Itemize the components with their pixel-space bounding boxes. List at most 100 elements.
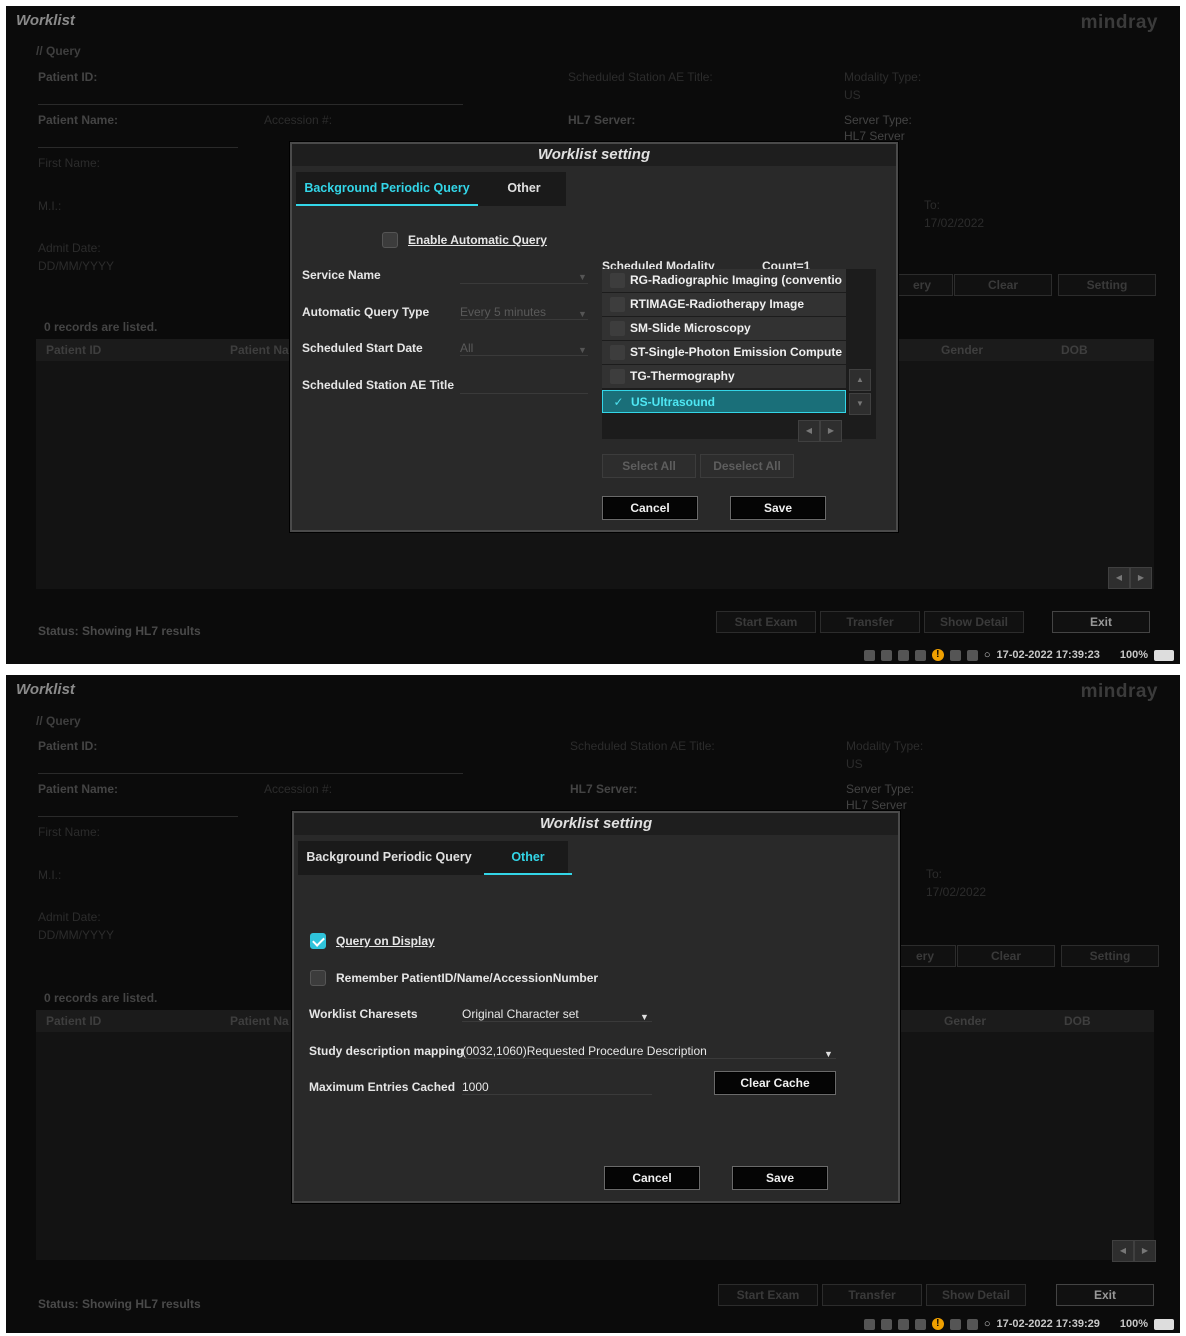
query-button[interactable]: ery (894, 945, 956, 967)
sched-station-ae-field[interactable] (460, 378, 588, 394)
tab-other[interactable]: Other (482, 172, 566, 204)
col-dob[interactable]: DOB (1064, 1014, 1091, 1028)
modality-item[interactable]: RTIMAGE-Radiotherapy Image (602, 293, 846, 317)
remember-patient-checkbox[interactable] (310, 970, 326, 986)
page-prev-icon[interactable]: ◀ (1108, 567, 1130, 589)
taskbar: ! ○ 17-02-2022 17:39:23 100% (863, 649, 1174, 661)
tab-background-periodic-query[interactable]: Background Periodic Query (296, 172, 478, 206)
server-type-value[interactable]: HL7 Server (846, 798, 907, 812)
clear-button[interactable]: Clear (957, 945, 1055, 967)
deselect-all-button[interactable]: Deselect All (700, 454, 794, 478)
admit-date-field[interactable]: DD/MM/YYYY (38, 259, 114, 273)
auto-query-type-select[interactable]: Every 5 minutes (460, 305, 588, 320)
modality-item[interactable]: TG-Thermography (602, 365, 846, 389)
server-type-value[interactable]: HL7 Server (844, 129, 905, 143)
storage-icon (966, 649, 978, 661)
max-entries-input[interactable]: 1000 (462, 1080, 652, 1095)
col-dob[interactable]: DOB (1061, 343, 1088, 357)
sched-station-ae-label: Scheduled Station AE Title (302, 378, 455, 392)
checkbox[interactable] (610, 345, 625, 360)
battery-percent: 100% (1119, 649, 1148, 661)
query-on-display-label[interactable]: Query on Display (336, 934, 435, 948)
col-patient-id[interactable]: Patient ID (46, 343, 101, 357)
save-button[interactable]: Save (732, 1166, 828, 1190)
patient-name-label: Patient Name: (38, 113, 119, 127)
modality-item[interactable]: RG-Radiographic Imaging (conventio (602, 269, 846, 293)
start-exam-button[interactable]: Start Exam (718, 1284, 818, 1306)
scroll-down-icon[interactable]: ▼ (849, 393, 871, 415)
query-button[interactable]: ery (891, 274, 953, 296)
setting-button[interactable]: Setting (1061, 945, 1159, 967)
start-exam-button[interactable]: Start Exam (716, 611, 816, 633)
patient-name-field[interactable] (38, 146, 238, 148)
battery-percent: 100% (1119, 1318, 1148, 1330)
col-patient-id[interactable]: Patient ID (46, 1014, 101, 1028)
col-gender[interactable]: Gender (941, 343, 983, 357)
exit-button[interactable]: Exit (1056, 1284, 1154, 1306)
query-on-display-checkbox[interactable] (310, 933, 326, 949)
checkbox[interactable] (610, 297, 625, 312)
status-text: Status: Showing HL7 results (38, 1297, 201, 1311)
checkbox[interactable] (610, 369, 625, 384)
col-patient-name[interactable]: Patient Na (230, 343, 289, 357)
modality-type-value[interactable]: US (846, 757, 863, 771)
to-date-value[interactable]: 17/02/2022 (924, 216, 984, 230)
modality-type-value[interactable]: US (844, 88, 861, 102)
clear-cache-button[interactable]: Clear Cache (714, 1071, 836, 1095)
first-name-label: First Name: (38, 825, 101, 839)
service-name-label: Service Name (302, 268, 381, 282)
modality-item[interactable]: ST-Single-Photon Emission Compute (602, 341, 846, 365)
charsets-select[interactable]: Original Character set (462, 1007, 652, 1022)
col-patient-name[interactable]: Patient Na (230, 1014, 289, 1028)
query-section-title: // Query (36, 44, 81, 58)
remember-patient-label[interactable]: Remember PatientID/Name/AccessionNumber (336, 971, 598, 985)
wifi-icon (914, 1318, 926, 1330)
admit-date-field[interactable]: DD/MM/YYYY (38, 928, 114, 942)
patient-name-field[interactable] (38, 815, 238, 817)
chevron-down-icon: ▼ (578, 309, 587, 319)
show-detail-button[interactable]: Show Detail (926, 1284, 1026, 1306)
study-mapping-select[interactable]: (0032,1060)Requested Procedure Descripti… (462, 1044, 836, 1059)
to-date-value[interactable]: 17/02/2022 (926, 885, 986, 899)
tab-bar: Background Periodic Query Other (298, 841, 572, 875)
enable-auto-query-label[interactable]: Enable Automatic Query (408, 233, 547, 247)
checkbox[interactable] (610, 321, 625, 336)
clear-button[interactable]: Clear (954, 274, 1052, 296)
page-next-icon[interactable]: ▶ (1134, 1240, 1156, 1262)
modality-item-selected[interactable]: ✓ US-Ultrasound (602, 390, 846, 413)
printer-icon (897, 1318, 909, 1330)
tab-background-periodic-query[interactable]: Background Periodic Query (298, 841, 480, 873)
check-icon[interactable]: ✓ (611, 395, 626, 410)
tab-other[interactable]: Other (484, 841, 572, 875)
checkbox[interactable] (610, 273, 625, 288)
worklist-setting-dialog: Worklist setting Background Periodic Que… (290, 142, 898, 532)
scroll-right-icon[interactable]: ▶ (820, 420, 842, 442)
col-gender[interactable]: Gender (944, 1014, 986, 1028)
network-icon (863, 1318, 875, 1330)
scroll-up-icon[interactable]: ▲ (849, 369, 871, 391)
patient-id-field[interactable] (38, 103, 463, 105)
modality-type-label: Modality Type: (844, 70, 922, 84)
chevron-down-icon: ▼ (824, 1049, 833, 1059)
enable-auto-query-checkbox[interactable] (382, 232, 398, 248)
warning-icon[interactable]: ! (931, 649, 944, 661)
select-all-button[interactable]: Select All (602, 454, 696, 478)
server-type-label: Server Type: (846, 782, 914, 796)
show-detail-button[interactable]: Show Detail (924, 611, 1024, 633)
sched-start-date-select[interactable]: All (460, 341, 588, 356)
transfer-button[interactable]: Transfer (820, 611, 920, 633)
cancel-button[interactable]: Cancel (602, 496, 698, 520)
patient-id-field[interactable] (38, 772, 463, 774)
modality-item[interactable]: SM-Slide Microscopy (602, 317, 846, 341)
exit-button[interactable]: Exit (1052, 611, 1150, 633)
page-prev-icon[interactable]: ◀ (1112, 1240, 1134, 1262)
warning-icon[interactable]: ! (931, 1318, 944, 1330)
cancel-button[interactable]: Cancel (604, 1166, 700, 1190)
cloud-icon (949, 649, 961, 661)
transfer-button[interactable]: Transfer (822, 1284, 922, 1306)
page-next-icon[interactable]: ▶ (1130, 567, 1152, 589)
setting-button[interactable]: Setting (1058, 274, 1156, 296)
service-name-select[interactable] (460, 268, 588, 284)
scroll-left-icon[interactable]: ◀ (798, 420, 820, 442)
save-button[interactable]: Save (730, 496, 826, 520)
